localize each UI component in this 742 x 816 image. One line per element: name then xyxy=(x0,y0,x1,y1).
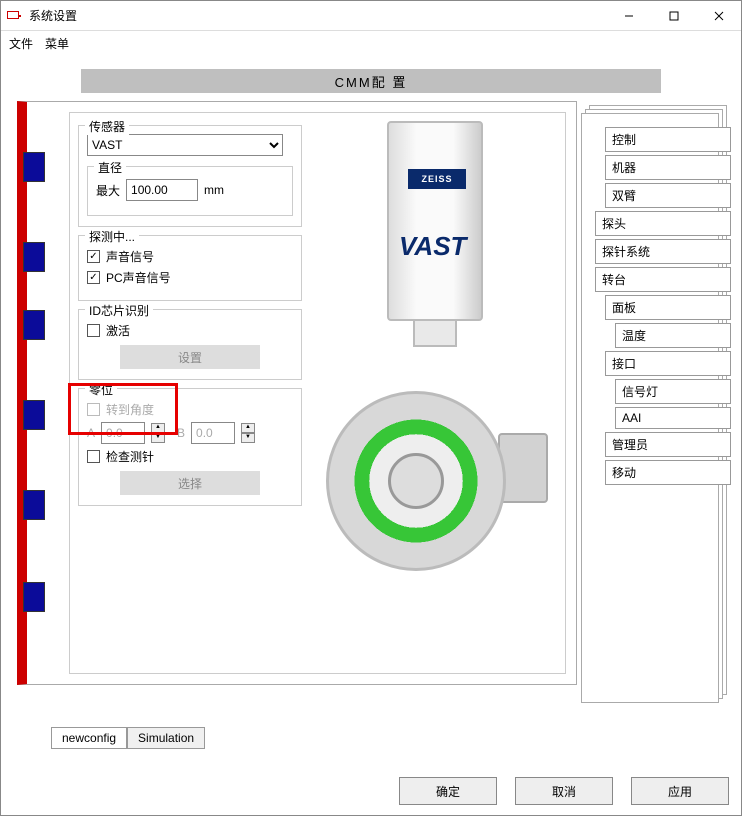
image-column: ZEISS VAST xyxy=(320,121,550,593)
side-tab-3[interactable] xyxy=(23,310,45,340)
content: 传感器 VAST 直径 最大 mm xyxy=(9,101,733,721)
nav-tab-5[interactable]: 转台 xyxy=(595,267,731,292)
model-logo: VAST xyxy=(399,231,466,262)
b-label: B xyxy=(177,426,185,440)
sensor-select[interactable]: VAST xyxy=(87,134,283,156)
sensor-group: 传感器 VAST 直径 最大 mm xyxy=(78,125,302,227)
nav-tab-1[interactable]: 机器 xyxy=(605,155,731,180)
nav-tab-4[interactable]: 探针系统 xyxy=(595,239,731,264)
nav-tab-11[interactable]: 管理员 xyxy=(605,432,731,457)
diameter-group-label: 直径 xyxy=(94,159,126,176)
footer: 确定 取消 应用 xyxy=(399,777,729,805)
nav-tab-7[interactable]: 温度 xyxy=(615,323,731,348)
close-button[interactable] xyxy=(696,1,741,31)
b-spinner: ▲▼ xyxy=(241,423,255,443)
zero-group-label: 零位 xyxy=(85,381,117,398)
pc-sound-checkbox[interactable] xyxy=(87,271,100,284)
nav-tab-12[interactable]: 移动 xyxy=(605,460,731,485)
activate-label: 激活 xyxy=(106,322,130,339)
nav-tab-9[interactable]: 信号灯 xyxy=(615,379,731,404)
max-label: 最大 xyxy=(96,182,120,199)
side-tab-5[interactable] xyxy=(23,490,45,520)
page-title: CMM配 置 xyxy=(81,69,661,93)
tab-simulation[interactable]: Simulation xyxy=(127,727,205,749)
side-tab-2[interactable] xyxy=(23,242,45,272)
chip-id-group: ID芯片识别 激活 设置 xyxy=(78,309,302,380)
brand-badge: ZEISS xyxy=(408,169,466,189)
nav-tab-2[interactable]: 双臂 xyxy=(605,183,731,208)
rotate-label: 转到角度 xyxy=(106,401,154,418)
settings-button: 设置 xyxy=(120,345,260,369)
nav-tab-0[interactable]: 控制 xyxy=(605,127,731,152)
titlebar: 系统设置 xyxy=(1,1,741,31)
ok-button[interactable]: 确定 xyxy=(399,777,497,805)
app-icon xyxy=(7,11,23,21)
tab-newconfig[interactable]: newconfig xyxy=(51,727,127,749)
side-tab-6[interactable] xyxy=(23,582,45,612)
a-input xyxy=(101,422,145,444)
nav-tab-10[interactable]: AAI xyxy=(615,407,731,429)
probing-group-label: 探测中... xyxy=(85,228,139,245)
pc-sound-label: PC声音信号 xyxy=(106,269,171,286)
probing-group: 探测中... 声音信号 PC声音信号 xyxy=(78,235,302,301)
max-diameter-input[interactable] xyxy=(126,179,198,201)
check-stylus-label: 检查测针 xyxy=(106,448,154,465)
main-panel: 传感器 VAST 直径 最大 mm xyxy=(17,101,577,685)
apply-button[interactable]: 应用 xyxy=(631,777,729,805)
unit-label: mm xyxy=(204,183,224,197)
nav-tab-6[interactable]: 面板 xyxy=(605,295,731,320)
cancel-button[interactable]: 取消 xyxy=(515,777,613,805)
menubar: 文件 菜单 xyxy=(1,31,741,55)
select-button: 选择 xyxy=(120,471,260,495)
sensor-group-label: 传感器 xyxy=(85,118,129,135)
activate-checkbox[interactable] xyxy=(87,324,100,337)
side-tab-4[interactable] xyxy=(23,400,45,430)
sound-checkbox[interactable] xyxy=(87,250,100,263)
nav-tab-3[interactable]: 探头 xyxy=(595,211,731,236)
minimize-button[interactable] xyxy=(606,1,651,31)
window: 系统设置 文件 菜单 CMM配 置 xyxy=(0,0,742,816)
a-label: A xyxy=(87,426,95,440)
b-input xyxy=(191,422,235,444)
menu-menu[interactable]: 菜单 xyxy=(45,35,69,52)
nav-tabs: 控制机器双臂探头探针系统转台面板温度接口信号灯 AAI 管理员移动 xyxy=(595,127,731,488)
a-spinner: ▲▼ xyxy=(151,423,165,443)
nav-tab-8[interactable]: 接口 xyxy=(605,351,731,376)
form-region: 传感器 VAST 直径 最大 mm xyxy=(69,112,566,674)
adapter-image xyxy=(320,373,540,593)
sound-label: 声音信号 xyxy=(106,248,154,265)
rotate-checkbox xyxy=(87,403,100,416)
check-stylus-checkbox[interactable] xyxy=(87,450,100,463)
bottom-tabs: newconfig Simulation xyxy=(51,727,205,749)
probe-image: ZEISS VAST xyxy=(377,121,493,351)
maximize-button[interactable] xyxy=(651,1,696,31)
side-tab-1[interactable] xyxy=(23,152,45,182)
chip-id-group-label: ID芯片识别 xyxy=(85,302,153,319)
zero-group: 零位 转到角度 A ▲▼ B ▲▼ xyxy=(78,388,302,506)
menu-file[interactable]: 文件 xyxy=(9,35,33,52)
window-title: 系统设置 xyxy=(29,7,606,24)
